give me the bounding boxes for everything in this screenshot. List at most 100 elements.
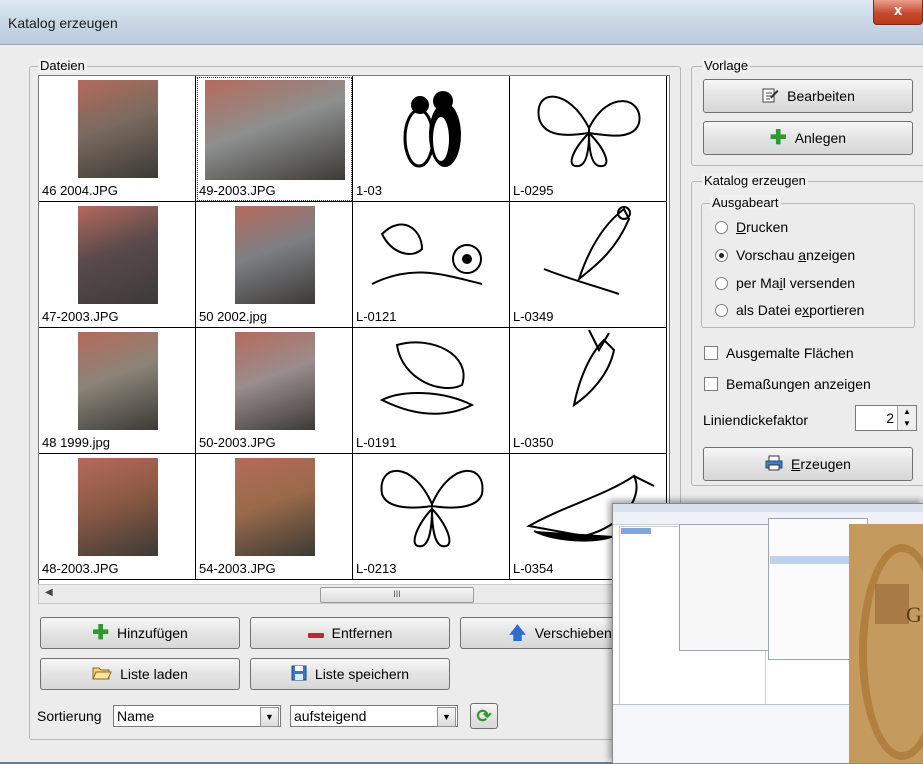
generate-label: Erzeugen xyxy=(791,456,851,472)
file-thumbnail-grid[interactable]: 46 2004.JPG 49-2003.JPG 1-03 L-0295 47-2003.… xyxy=(38,75,670,585)
checkbox-box[interactable] xyxy=(704,346,718,360)
radio-indicator[interactable] xyxy=(715,220,728,234)
thumbnail-photo xyxy=(78,458,158,556)
thumbnail-label: L-0213 xyxy=(356,561,397,576)
file-thumbnail[interactable]: L-0121 xyxy=(353,202,510,328)
file-thumbnail[interactable]: 46 2004.JPG xyxy=(39,76,196,202)
line-factor-stepper[interactable]: 2 ▲ ▼ xyxy=(855,405,917,431)
spin-arrows[interactable]: ▲ ▼ xyxy=(897,406,916,430)
horizontal-scrollbar[interactable]: ◀ III xyxy=(38,584,668,604)
preview-screenshot-image: G xyxy=(612,503,923,764)
radio-export[interactable]: als Datei e x portieren xyxy=(715,302,864,318)
radio-label-accel: D xyxy=(736,219,747,235)
open-folder-icon xyxy=(92,665,112,684)
add-button[interactable]: ✚ Hinzufügen xyxy=(40,617,240,649)
chevron-down-icon[interactable]: ▼ xyxy=(260,707,279,727)
radio-label-accel: x xyxy=(802,302,810,318)
thumbnail-clipart-icon xyxy=(510,78,667,178)
save-list-button[interactable]: Liste speichern xyxy=(250,658,450,690)
files-group-label: Dateien xyxy=(38,58,87,73)
save-list-button-label: Liste speichern xyxy=(314,666,410,682)
refresh-button[interactable]: ⟳ xyxy=(470,703,498,729)
radio-print[interactable]: Drucken xyxy=(715,219,788,235)
generate-accel: E xyxy=(791,456,801,472)
thumbnail-label: 49-2003.JPG xyxy=(199,183,276,198)
painted-surfaces-checkbox[interactable]: Ausgemalte Flächen xyxy=(704,345,854,361)
thumbnail-label: L-0350 xyxy=(513,435,554,450)
scroll-left-icon[interactable]: ◀ xyxy=(45,587,53,598)
file-thumbnail[interactable]: L-0191 xyxy=(353,328,510,454)
edit-template-label: Bearbeiten xyxy=(787,88,855,104)
file-thumbnail[interactable]: L-0213 xyxy=(353,454,510,580)
thumbnail-photo xyxy=(235,458,315,556)
sort-field-select[interactable]: Name ▼ xyxy=(113,705,281,727)
radio-preview[interactable]: Vorschau a nzeigen xyxy=(715,247,855,263)
load-list-button[interactable]: Liste laden xyxy=(40,658,240,690)
radio-mail[interactable]: per Ma i l versenden xyxy=(715,275,855,291)
printer-icon xyxy=(765,455,783,474)
thumbnail-label: L-0354 xyxy=(513,561,554,576)
radio-label-post: l versenden xyxy=(782,275,856,291)
save-disk-icon xyxy=(291,665,307,684)
thumbnail-photo xyxy=(78,80,158,178)
file-thumbnail[interactable]: 1-03 xyxy=(353,76,510,202)
file-thumbnail[interactable]: L-0350 xyxy=(510,328,667,454)
line-factor-label: Liniendickefaktor xyxy=(703,412,809,428)
edit-template-button[interactable]: Bearbeiten xyxy=(703,79,913,113)
dimensions-checkbox[interactable]: Bemaßungen anzeigen xyxy=(704,376,871,392)
thumbnail-clipart-icon xyxy=(353,204,510,304)
thumbnail-label: 54-2003.JPG xyxy=(199,561,276,576)
thumbnail-photo xyxy=(235,332,315,430)
radio-indicator[interactable] xyxy=(715,303,728,317)
radio-label-pre: per Ma xyxy=(736,275,780,291)
edit-note-icon xyxy=(761,86,779,107)
radio-label-post: portieren xyxy=(809,302,865,318)
generate-button[interactable]: Erzeugen xyxy=(703,447,913,481)
close-button[interactable]: x xyxy=(873,0,923,25)
radio-indicator[interactable] xyxy=(715,248,728,262)
thumbnail-clipart-icon xyxy=(510,329,667,430)
sort-field-value: Name xyxy=(117,708,155,724)
title-bar: Katalog erzeugen x xyxy=(0,0,923,45)
create-template-button[interactable]: ✚ Anlegen xyxy=(703,121,913,155)
file-thumbnail[interactable]: 48 1999.jpg xyxy=(39,328,196,454)
file-thumbnail[interactable]: 47-2003.JPG xyxy=(39,202,196,328)
thumbnail-photo xyxy=(205,80,345,180)
thumbnail-label: 47-2003.JPG xyxy=(42,309,119,324)
scrollbar-thumb[interactable]: III xyxy=(320,587,474,603)
sort-order-select[interactable]: aufsteigend ▼ xyxy=(290,705,458,727)
thumbnail-clipart-icon xyxy=(353,456,510,556)
file-thumbnail[interactable]: 50-2003.JPG xyxy=(196,328,353,454)
thumbnail-clipart-icon xyxy=(510,204,667,304)
checkbox-box[interactable] xyxy=(704,377,718,391)
dialog-window: Katalog erzeugen x Dateien 46 2004.JPG 49… xyxy=(0,0,923,764)
remove-button-label: Entfernen xyxy=(331,625,393,641)
plus-icon: ✚ xyxy=(769,127,787,149)
thumbnail-label: 48 1999.jpg xyxy=(42,435,110,450)
line-factor-value: 2 xyxy=(886,410,894,426)
chevron-down-icon[interactable]: ▼ xyxy=(437,707,456,727)
catalog-group-label: Katalog erzeugen xyxy=(702,173,808,188)
file-thumbnail[interactable]: L-0295 xyxy=(510,76,667,202)
file-thumbnail[interactable]: 54-2003.JPG xyxy=(196,454,353,580)
file-thumbnail[interactable]: 48-2003.JPG xyxy=(39,454,196,580)
radio-label-pre: Vorschau xyxy=(736,247,799,263)
thumbnail-label: 48-2003.JPG xyxy=(42,561,119,576)
file-thumbnail[interactable]: L-0349 xyxy=(510,202,667,328)
thumbnail-photo xyxy=(78,206,158,304)
radio-indicator[interactable] xyxy=(715,276,728,290)
dimensions-label: Bemaßungen anzeigen xyxy=(726,376,871,392)
radio-label-post: rucken xyxy=(746,219,789,235)
radio-label-pre: als Datei e xyxy=(736,302,803,318)
remove-button[interactable]: Entfernen xyxy=(250,617,450,649)
file-thumbnail[interactable]: 49-2003.JPG xyxy=(196,76,353,202)
move-button-label: Verschieben xyxy=(534,625,612,641)
file-thumbnail[interactable]: 50 2002.jpg xyxy=(196,202,353,328)
thumbnail-label: 50-2003.JPG xyxy=(199,435,276,450)
sort-label: Sortierung xyxy=(37,708,102,724)
output-type-label: Ausgabeart xyxy=(710,195,781,210)
arrow-up-icon: 🡅 xyxy=(508,623,527,643)
thumbnail-photo xyxy=(235,206,315,304)
add-button-label: Hinzufügen xyxy=(116,625,188,641)
thumbnail-label: L-0121 xyxy=(356,309,397,324)
